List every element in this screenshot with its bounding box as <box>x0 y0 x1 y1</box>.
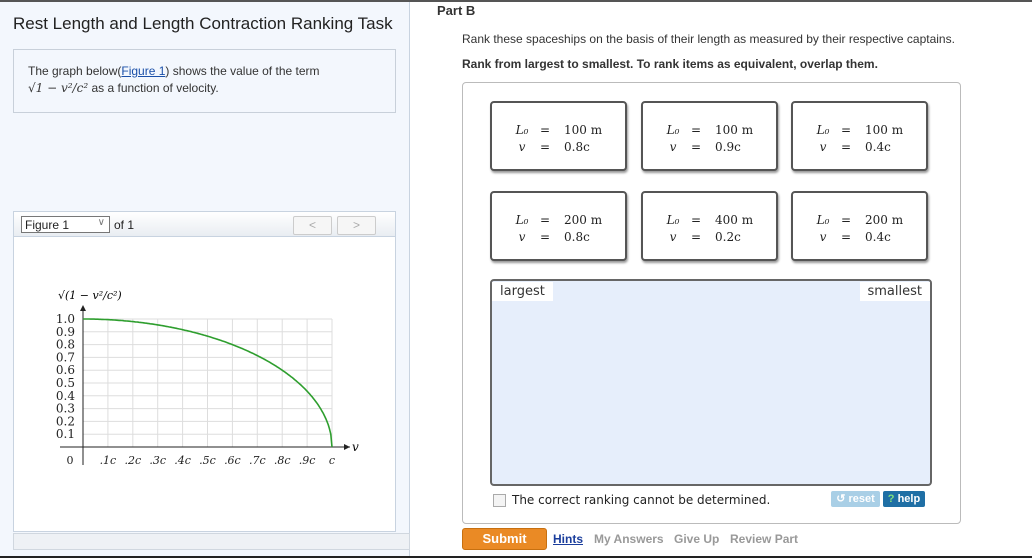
equals-sign: = <box>691 230 702 244</box>
rest-length-value: 100 m <box>865 123 904 137</box>
rest-length-value: 100 m <box>715 123 754 137</box>
smallest-label: smallest <box>859 282 930 301</box>
spaceship-card[interactable]: L₀ = 100 m v = 0.4c <box>791 101 928 171</box>
y-tick-label: 0.3 <box>56 402 75 416</box>
x-tick-label: c <box>329 454 335 467</box>
hints-link[interactable]: Hints <box>553 532 583 546</box>
give-up-link[interactable]: Give Up <box>674 532 719 546</box>
reset-button[interactable]: ↺ reset <box>831 491 880 507</box>
velocity-value: 0.8c <box>564 230 590 244</box>
y-tick-label: 0.5 <box>56 376 75 390</box>
y-tick-label: 0.7 <box>56 350 75 364</box>
y-tick-label: 0.9 <box>56 325 75 339</box>
help-icon: ? <box>887 493 898 505</box>
spaceship-card[interactable]: L₀ = 400 m v = 0.2c <box>641 191 778 261</box>
help-button[interactable]: ? help <box>883 491 925 507</box>
instruction-bold: Rank from largest to smallest. To rank i… <box>462 57 878 71</box>
reset-icon: ↺ <box>836 493 849 505</box>
x-tick-label: .9c <box>299 454 316 467</box>
y-tick-label: 0.4 <box>56 389 75 403</box>
velocity-chart: 0.10.20.30.40.50.60.70.80.91.0 0 .1c .2c .3c… <box>56 289 359 467</box>
equals-sign: = <box>691 140 702 154</box>
spaceship-card[interactable]: L₀ = 100 m v = 0.9c <box>641 101 778 171</box>
x-tick-label: .3c <box>149 454 166 467</box>
my-answers-link[interactable]: My Answers <box>594 532 664 546</box>
velocity-value: 0.9c <box>715 140 741 154</box>
x-axis-label: v <box>352 440 359 454</box>
rest-length-value: 200 m <box>865 213 904 227</box>
equals-sign: = <box>540 123 551 137</box>
help-label: help <box>897 493 921 505</box>
x-axis-arrow-icon <box>344 444 350 450</box>
rest-length-label: L₀ <box>666 213 680 227</box>
part-b-panel: Part B Rank these spaceships on the basi… <box>411 2 1032 556</box>
rest-length-value: 200 m <box>564 213 603 227</box>
equals-sign: = <box>841 230 852 244</box>
largest-label: largest <box>492 282 553 301</box>
velocity-value: 0.4c <box>865 230 891 244</box>
y-tick-label: 0.2 <box>56 414 75 428</box>
submit-button[interactable]: Submit <box>462 528 547 550</box>
part-label: Part B <box>437 3 476 18</box>
review-part-link[interactable]: Review Part <box>730 532 798 546</box>
rest-length-label: L₀ <box>666 123 680 137</box>
equals-sign: = <box>691 213 702 227</box>
equals-sign: = <box>540 140 551 154</box>
velocity-value: 0.4c <box>865 140 891 154</box>
x-tick-label: .8c <box>274 454 291 467</box>
x-tick-label: .1c <box>100 454 117 467</box>
y-tick-label: 0.8 <box>56 338 75 352</box>
velocity-value: 0.2c <box>715 230 741 244</box>
velocity-label: v <box>669 140 677 154</box>
equals-sign: = <box>841 123 852 137</box>
ranking-drop-area[interactable]: largest smallest <box>490 279 932 486</box>
ranking-widget: L₀ = 100 m v = 0.8c L₀ = 100 m v = 0.9c L₀ = 100 m v… <box>462 82 961 524</box>
equals-sign: = <box>841 213 852 227</box>
equals-sign: = <box>540 213 551 227</box>
problem-panel: Rest Length and Length Contraction Ranki… <box>0 2 410 556</box>
x-tick-label: .4c <box>174 454 191 467</box>
x-tick-label: .2c <box>124 454 141 467</box>
cannot-determine-label[interactable]: The correct ranking cannot be determined… <box>512 493 770 507</box>
y-axis-label: √(1 − v²/c²) <box>58 289 122 302</box>
velocity-value: 0.8c <box>564 140 590 154</box>
cannot-determine-checkbox[interactable] <box>493 494 506 507</box>
spaceship-card[interactable]: L₀ = 200 m v = 0.4c <box>791 191 928 261</box>
rest-length-label: L₀ <box>515 213 529 227</box>
rest-length-value: 100 m <box>564 123 603 137</box>
x-tick-label: .7c <box>249 454 266 467</box>
rest-length-value: 400 m <box>715 213 754 227</box>
rest-length-label: L₀ <box>816 213 830 227</box>
y-tick-label: 1.0 <box>56 312 75 326</box>
x-tick-label: .6c <box>224 454 241 467</box>
y-tick-label: 0.1 <box>56 427 75 441</box>
rest-length-label: L₀ <box>515 123 529 137</box>
reset-label: reset <box>848 493 875 505</box>
spaceship-card[interactable]: L₀ = 200 m v = 0.8c <box>490 191 627 261</box>
velocity-label: v <box>669 230 677 244</box>
y-axis-arrow-icon <box>80 305 86 311</box>
rest-length-label: L₀ <box>816 123 830 137</box>
velocity-label: v <box>518 230 526 244</box>
equals-sign: = <box>691 123 702 137</box>
y-tick-label: 0.6 <box>56 363 75 377</box>
equals-sign: = <box>540 230 551 244</box>
x-tick-label: 0 <box>67 454 74 467</box>
velocity-label: v <box>819 140 827 154</box>
x-tick-label: .5c <box>199 454 216 467</box>
instruction: Rank these spaceships on the basis of th… <box>462 32 955 46</box>
velocity-label: v <box>518 140 526 154</box>
spaceship-card[interactable]: L₀ = 100 m v = 0.8c <box>490 101 627 171</box>
equals-sign: = <box>841 140 852 154</box>
velocity-label: v <box>819 230 827 244</box>
